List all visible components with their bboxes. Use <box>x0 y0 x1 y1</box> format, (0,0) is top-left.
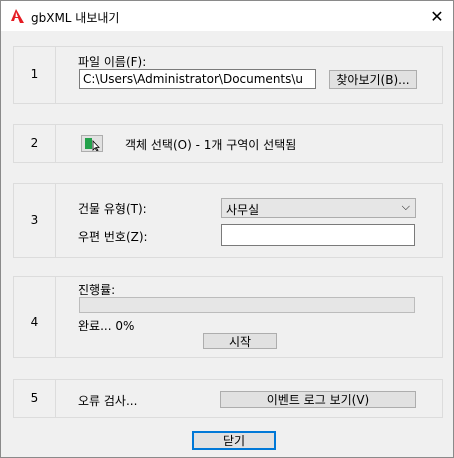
close-button[interactable]: 닫기 <box>192 431 276 450</box>
browse-button[interactable]: 찾아보기(B)... <box>329 70 417 89</box>
event-log-button[interactable]: 이벤트 로그 보기(V) <box>220 391 416 408</box>
section-file-name: 1 파일 이름(F): C:\Users\Administrator\Docum… <box>13 46 443 104</box>
step-number: 1 <box>30 67 39 81</box>
autocad-a-icon <box>11 9 24 23</box>
progress-bar <box>79 297 415 313</box>
completion-text: 완료... 0% <box>78 319 135 333</box>
selection-status: 객체 선택(O) - 1개 구역이 선택됨 <box>125 138 297 152</box>
section-building: 3 건물 유형(T): 사무실 ⌵ 우편 번호(Z): <box>13 183 443 258</box>
postal-code-label: 우편 번호(Z): <box>78 230 148 244</box>
section-divider <box>55 277 56 357</box>
section-divider <box>55 380 56 417</box>
step-number: 4 <box>30 315 39 329</box>
window-title: gbXML 내보내기 <box>31 11 120 25</box>
file-path-field[interactable]: C:\Users\Administrator\Documents\u <box>79 69 316 89</box>
building-type-label: 건물 유형(T): <box>78 202 147 216</box>
progress-label: 진행률: <box>78 283 116 297</box>
start-button[interactable]: 시작 <box>203 333 277 349</box>
section-select-objects: 2 객체 선택(O) - 1개 구역이 선택됨 <box>13 124 443 163</box>
dialog-window: gbXML 내보내기 ✕ 1 파일 이름(F): C:\Users\Admini… <box>0 0 454 458</box>
select-objects-icon <box>85 138 100 152</box>
section-divider <box>55 184 56 257</box>
section-progress: 4 진행률: 완료... 0% 시작 <box>13 276 443 358</box>
step-number: 2 <box>30 136 39 150</box>
section-divider <box>55 47 56 103</box>
step-number: 5 <box>30 391 39 405</box>
building-type-value: 사무실 <box>226 203 260 217</box>
section-error-check: 5 오류 검사... 이벤트 로그 보기(V) <box>13 379 443 418</box>
postal-code-field[interactable] <box>221 224 415 246</box>
error-check-label: 오류 검사... <box>78 394 138 408</box>
chevron-down-icon: ⌵ <box>401 200 410 213</box>
close-icon[interactable]: ✕ <box>421 1 453 31</box>
building-type-select[interactable]: 사무실 ⌵ <box>221 198 416 218</box>
step-number: 3 <box>30 213 39 227</box>
select-objects-button[interactable] <box>81 135 103 152</box>
section-divider <box>55 125 56 162</box>
file-name-label: 파일 이름(F): <box>78 55 147 69</box>
title-bar: gbXML 내보내기 ✕ <box>1 1 453 31</box>
